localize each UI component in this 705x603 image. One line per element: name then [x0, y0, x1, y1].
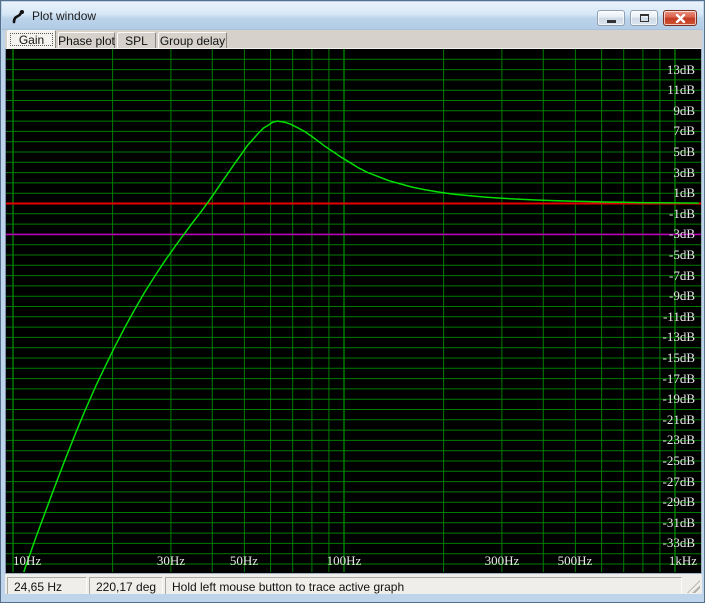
close-button[interactable] [663, 10, 697, 26]
tab-strip: Gain Phase plot SPL Group delay [5, 30, 702, 48]
db-axis-label: -17dB [662, 371, 696, 386]
window-title: Plot window [32, 9, 97, 23]
tab-spl[interactable]: SPL [117, 32, 156, 48]
db-axis-label: -5dB [669, 247, 695, 262]
db-axis-label: -13dB [662, 329, 696, 344]
db-axis-label: -21dB [662, 412, 696, 427]
db-axis-label: 9dB [673, 103, 695, 118]
plot-area[interactable]: 13dB 11dB 9dB 7dB 5dB 3dB 1dB -1dB -3dB -5dB -7dB -… [5, 48, 702, 573]
status-bar: 24,65 Hz 220,17 deg Hold left mouse butt… [5, 573, 702, 596]
db-axis-label: -15dB [662, 350, 696, 365]
db-axis-label: 7dB [673, 123, 695, 138]
db-axis-label: -27dB [662, 474, 696, 489]
db-axis-label: 5dB [673, 144, 695, 159]
db-axis-label: 13dB [666, 62, 695, 77]
gain-plot-svg [6, 49, 701, 572]
freq-axis-label: 100Hz [326, 553, 362, 568]
plot-window: Plot window Gain Phase plot SPL Group de… [0, 0, 705, 603]
freq-axis-label: 30Hz [156, 553, 186, 568]
db-axis-label: 3dB [673, 165, 695, 180]
tab-group-delay[interactable]: Group delay [158, 32, 227, 48]
maximize-icon [639, 14, 649, 22]
app-icon [12, 10, 24, 24]
tab-spl-label: SPL [125, 34, 148, 48]
db-axis-label: 1dB [673, 185, 695, 200]
tab-group-delay-label: Group delay [159, 34, 226, 48]
freq-axis-label: 10Hz [13, 553, 42, 568]
freq-axis-label: 1kHz [668, 553, 697, 568]
tab-gain-label: Gain [18, 33, 45, 47]
db-axis-label: -7dB [669, 268, 695, 283]
db-axis-label: -23dB [662, 432, 696, 447]
status-hint: Hold left mouse button to trace active g… [165, 577, 682, 595]
freq-axis-label: 500Hz [557, 553, 593, 568]
tab-gain[interactable]: Gain [7, 30, 56, 48]
db-axis-label: -1dB [669, 206, 695, 221]
client-area: Gain Phase plot SPL Group delay 13dB 11dB… [5, 30, 702, 596]
db-axis-label: 11dB [667, 82, 695, 97]
minimize-button[interactable] [597, 10, 625, 26]
minimize-icon [606, 19, 616, 23]
window-frame-bottom [2, 594, 703, 601]
freq-axis-label: 300Hz [484, 553, 520, 568]
title-bar[interactable]: Plot window [2, 2, 703, 30]
close-icon [675, 13, 685, 23]
status-frequency: 24,65 Hz [7, 577, 87, 595]
db-axis-label: -33dB [662, 535, 696, 550]
db-axis-label: -25dB [662, 453, 696, 468]
tab-phase-plot[interactable]: Phase plot [58, 32, 115, 48]
db-axis-label: -3dB [669, 226, 695, 241]
tab-phase-plot-label: Phase plot [58, 34, 115, 48]
maximize-button[interactable] [630, 10, 658, 26]
resize-grip[interactable] [687, 580, 700, 593]
db-axis-label: -31dB [662, 515, 696, 530]
db-axis-label: -29dB [662, 494, 696, 509]
freq-axis-label: 50Hz [229, 553, 259, 568]
db-axis-label: -9dB [669, 288, 695, 303]
db-axis-label: -11dB [662, 309, 695, 324]
gain-response [23, 120, 699, 572]
status-phase: 220,17 deg [89, 577, 163, 595]
db-axis-label: -19dB [662, 391, 696, 406]
